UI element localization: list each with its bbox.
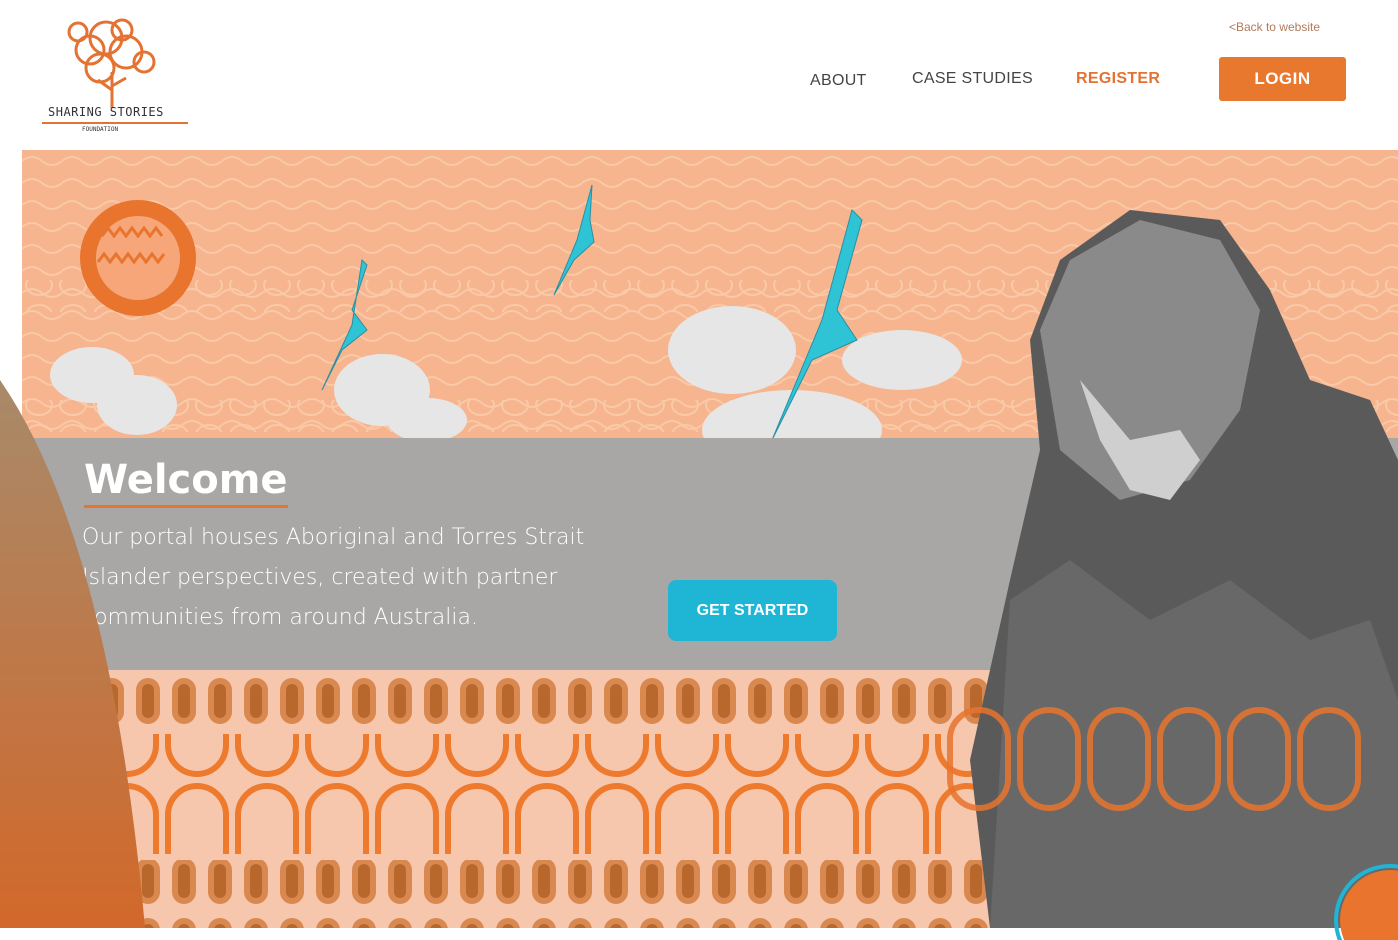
- side-decoration: [0, 380, 145, 928]
- logo[interactable]: SHARING STORIES FOUNDATION: [34, 10, 194, 140]
- corner-decoration: [1334, 864, 1398, 940]
- login-button[interactable]: LOGIN: [1219, 57, 1346, 101]
- logo-subtext: FOUNDATION: [82, 126, 119, 133]
- nav-case-studies[interactable]: CASE STUDIES: [912, 70, 1033, 88]
- tree-logo-icon: [67, 18, 156, 108]
- back-to-website-link[interactable]: <Back to website: [1229, 20, 1320, 34]
- logo-divider: [42, 122, 188, 124]
- logo-text: SHARING STORIES: [48, 105, 164, 119]
- site-header: SHARING STORIES FOUNDATION <Back to webs…: [0, 0, 1398, 150]
- get-started-button[interactable]: GET STARTED: [668, 580, 837, 641]
- nav-about[interactable]: ABOUT: [810, 72, 867, 90]
- sun-icon: [80, 200, 196, 316]
- hero-intro: Our portal houses Aboriginal and Torres …: [82, 525, 585, 630]
- elder-portrait: [947, 210, 1398, 928]
- nav-register[interactable]: REGISTER: [1076, 70, 1160, 88]
